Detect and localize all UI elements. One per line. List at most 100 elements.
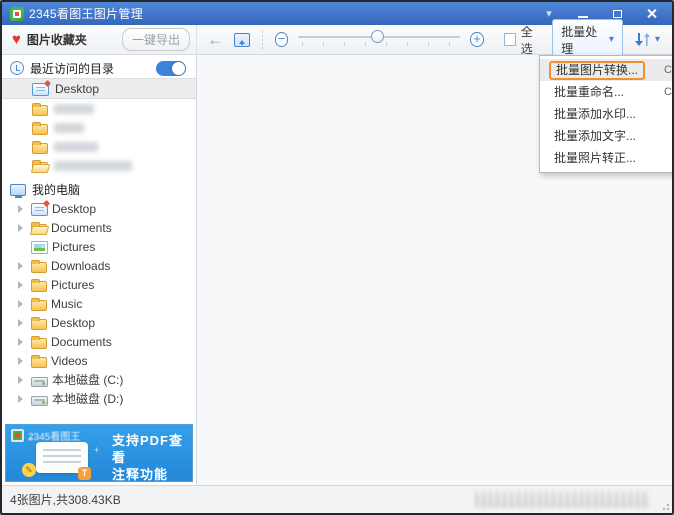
- recent-header-label: 最近访问的目录: [30, 60, 114, 77]
- toolbar: ♥ 图片收藏夹 一键导出 ← − + 全选 批量处理 ▾: [2, 25, 672, 55]
- computer-header: 我的电脑: [2, 179, 196, 199]
- expand-arrow-icon[interactable]: [18, 395, 27, 403]
- banner-logo-text: 2345看图王: [28, 428, 80, 443]
- recent-list: Desktop: [2, 78, 196, 175]
- menu-item-label: 批量照片转正...: [554, 151, 636, 165]
- item-icon: [31, 203, 48, 216]
- back-icon[interactable]: ←: [207, 31, 224, 48]
- menu-item-shortcut: Ct: [664, 59, 674, 81]
- item-label: Desktop: [55, 82, 99, 96]
- item-label: Documents: [51, 221, 112, 235]
- item-icon: [32, 162, 48, 173]
- item-icon: [31, 396, 48, 406]
- banner-logo-icon: [11, 429, 24, 442]
- one-key-export-button[interactable]: 一键导出: [122, 28, 190, 51]
- recent-item[interactable]: [2, 137, 196, 156]
- item-icon: [32, 105, 48, 116]
- recent-toggle-switch[interactable]: [156, 61, 186, 76]
- item-label: Music: [51, 297, 82, 311]
- blurred-folder-name: [54, 123, 84, 133]
- expand-arrow-icon[interactable]: [18, 300, 27, 308]
- recent-item[interactable]: [2, 156, 196, 175]
- item-label: Pictures: [52, 240, 95, 254]
- zoom-in-icon[interactable]: +: [470, 32, 484, 47]
- menu-item-shortcut: Ct: [664, 81, 674, 103]
- app-window: 2345看图王图片管理 ▾ ♥ 图片收藏夹 一键导出 ← − +: [0, 0, 674, 515]
- banner-logo: 2345看图王: [11, 428, 80, 443]
- blurred-folder-name: [54, 161, 132, 171]
- recent-item[interactable]: [2, 118, 196, 137]
- tree-item[interactable]: Documents: [2, 218, 196, 237]
- banner-line1: 支持PDF查看: [112, 432, 192, 466]
- zoom-out-icon[interactable]: −: [275, 32, 289, 47]
- blurred-folder-name: [54, 142, 98, 152]
- maximize-icon: [613, 10, 622, 18]
- minimize-icon: [578, 16, 588, 18]
- menu-item[interactable]: 批量添加水印...: [540, 103, 674, 125]
- tree-item[interactable]: Pictures: [2, 275, 196, 294]
- item-label: Desktop: [51, 316, 95, 330]
- export-image-icon[interactable]: [234, 33, 250, 47]
- item-icon: [32, 124, 48, 135]
- banner-line2: 注释功能: [112, 466, 192, 482]
- tree-item[interactable]: Desktop: [2, 313, 196, 332]
- tree-item[interactable]: Desktop: [2, 199, 196, 218]
- item-icon: [31, 241, 48, 254]
- status-text: 4张图片,共308.43KB: [10, 491, 121, 508]
- zoom-slider-handle[interactable]: [371, 30, 384, 43]
- expand-arrow-icon[interactable]: [18, 357, 27, 365]
- expand-arrow-icon[interactable]: [18, 338, 27, 346]
- item-icon: [31, 338, 47, 349]
- sort-button[interactable]: ▾: [633, 30, 662, 49]
- sort-icon: [635, 32, 651, 47]
- promo-banner[interactable]: 2345看图王 ✎ T + + 支持PDF查看 注释功能 立即下载: [5, 424, 193, 482]
- tree-item[interactable]: Videos: [2, 351, 196, 370]
- zoom-slider[interactable]: [298, 30, 460, 50]
- heart-icon: ♥: [12, 32, 21, 47]
- recent-item[interactable]: Desktop: [2, 78, 196, 99]
- expand-arrow-icon[interactable]: [18, 319, 27, 327]
- item-label: Pictures: [51, 278, 94, 292]
- watermark-blurred: [475, 491, 650, 508]
- tree-item[interactable]: Documents: [2, 332, 196, 351]
- sparkle-icon: +: [94, 445, 99, 455]
- menu-item-label: 批量添加文字...: [554, 129, 636, 143]
- sidebar: 最近访问的目录 Desktop 我的电脑 Desktop: [2, 55, 197, 485]
- menu-item[interactable]: 批量重命名... Ct: [540, 81, 674, 103]
- window-title: 2345看图王图片管理: [29, 5, 143, 22]
- expand-arrow-icon[interactable]: [18, 376, 27, 384]
- item-label: Videos: [51, 354, 87, 368]
- computer-header-label: 我的电脑: [32, 181, 80, 198]
- expand-arrow-icon[interactable]: [18, 205, 27, 213]
- item-icon: [31, 262, 47, 273]
- chevron-down-icon: ▾: [655, 35, 660, 45]
- item-label: 本地磁盘 (C:): [52, 371, 123, 388]
- tree-item[interactable]: Pictures: [2, 237, 196, 256]
- item-icon: [31, 357, 47, 368]
- tree-item[interactable]: Downloads: [2, 256, 196, 275]
- batch-menu: 批量图片转换... Ct 批量重命名... Ct 批量添加水印... 批量添加文…: [539, 55, 674, 173]
- tree-list: Desktop Documents Pictures Downloads Pic…: [2, 199, 196, 408]
- tree-item[interactable]: 本地磁盘 (C:): [2, 370, 196, 389]
- recent-item[interactable]: [2, 99, 196, 118]
- status-bar: 4张图片,共308.43KB: [2, 485, 672, 513]
- menu-item[interactable]: 批量图片转换... Ct: [540, 59, 674, 81]
- item-icon: [31, 300, 47, 311]
- menu-item[interactable]: 批量照片转正...: [540, 147, 674, 169]
- select-all-checkbox[interactable]: [504, 33, 516, 46]
- item-icon: [31, 319, 47, 330]
- close-icon: [646, 8, 657, 19]
- expand-arrow-icon[interactable]: [18, 262, 27, 270]
- menu-item-label: 批量添加水印...: [554, 107, 636, 121]
- resize-grip[interactable]: [660, 501, 669, 510]
- select-all-group[interactable]: 全选: [504, 23, 542, 57]
- blurred-folder-name: [54, 104, 94, 114]
- close-button[interactable]: [644, 7, 658, 21]
- menu-item[interactable]: 批量添加文字...: [540, 125, 674, 147]
- expand-arrow-icon[interactable]: [18, 281, 27, 289]
- tree-item[interactable]: Music: [2, 294, 196, 313]
- chevron-down-icon: ▾: [609, 35, 614, 45]
- tree-item[interactable]: 本地磁盘 (D:): [2, 389, 196, 408]
- expand-arrow-icon[interactable]: [18, 224, 27, 232]
- favorites-label: 图片收藏夹: [27, 31, 87, 48]
